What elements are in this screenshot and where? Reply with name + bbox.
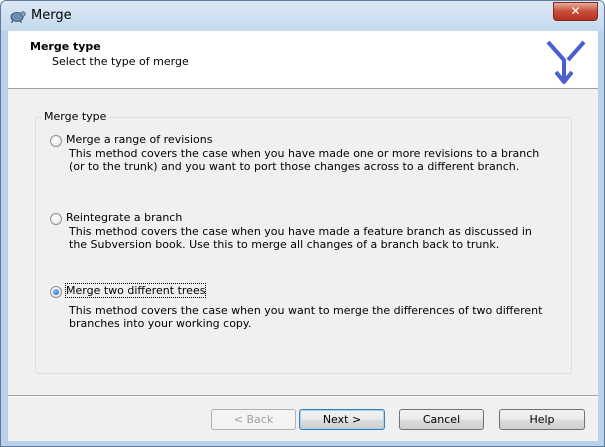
merge-arrows-icon xyxy=(546,40,586,84)
back-button[interactable]: < Back xyxy=(211,409,296,430)
title-bar[interactable]: Merge ✕ xyxy=(1,1,604,31)
dialog-client-area: Merge type Select the type of merge Merg… xyxy=(8,31,598,441)
tortoise-app-icon xyxy=(10,11,26,24)
wizard-header: Merge type Select the type of merge xyxy=(8,31,598,89)
page-subtitle: Select the type of merge xyxy=(52,55,189,68)
option-label[interactable]: Merge a range of revisions xyxy=(66,133,213,146)
button-divider xyxy=(8,395,598,397)
help-button[interactable]: Help xyxy=(499,409,585,430)
option-label[interactable]: Merge two different trees xyxy=(64,283,207,298)
option-description: This method covers the case when you wan… xyxy=(69,304,543,330)
next-button[interactable]: Next > xyxy=(299,409,385,430)
group-label: Merge type xyxy=(41,110,110,123)
radio-merge-range[interactable] xyxy=(50,135,62,147)
page-title: Merge type xyxy=(30,40,101,53)
merge-dialog: Merge ✕ Merge type Select the type of me… xyxy=(0,0,605,447)
close-icon: ✕ xyxy=(570,4,581,18)
radio-two-trees[interactable] xyxy=(50,286,62,298)
cancel-button[interactable]: Cancel xyxy=(399,409,484,430)
option-label[interactable]: Reintegrate a branch xyxy=(66,211,182,224)
radio-reintegrate[interactable] xyxy=(50,213,62,225)
option-description: This method covers the case when you hav… xyxy=(69,225,532,251)
close-button[interactable]: ✕ xyxy=(553,2,598,21)
window-title: Merge xyxy=(31,8,72,23)
option-description: This method covers the case when you hav… xyxy=(69,147,540,173)
